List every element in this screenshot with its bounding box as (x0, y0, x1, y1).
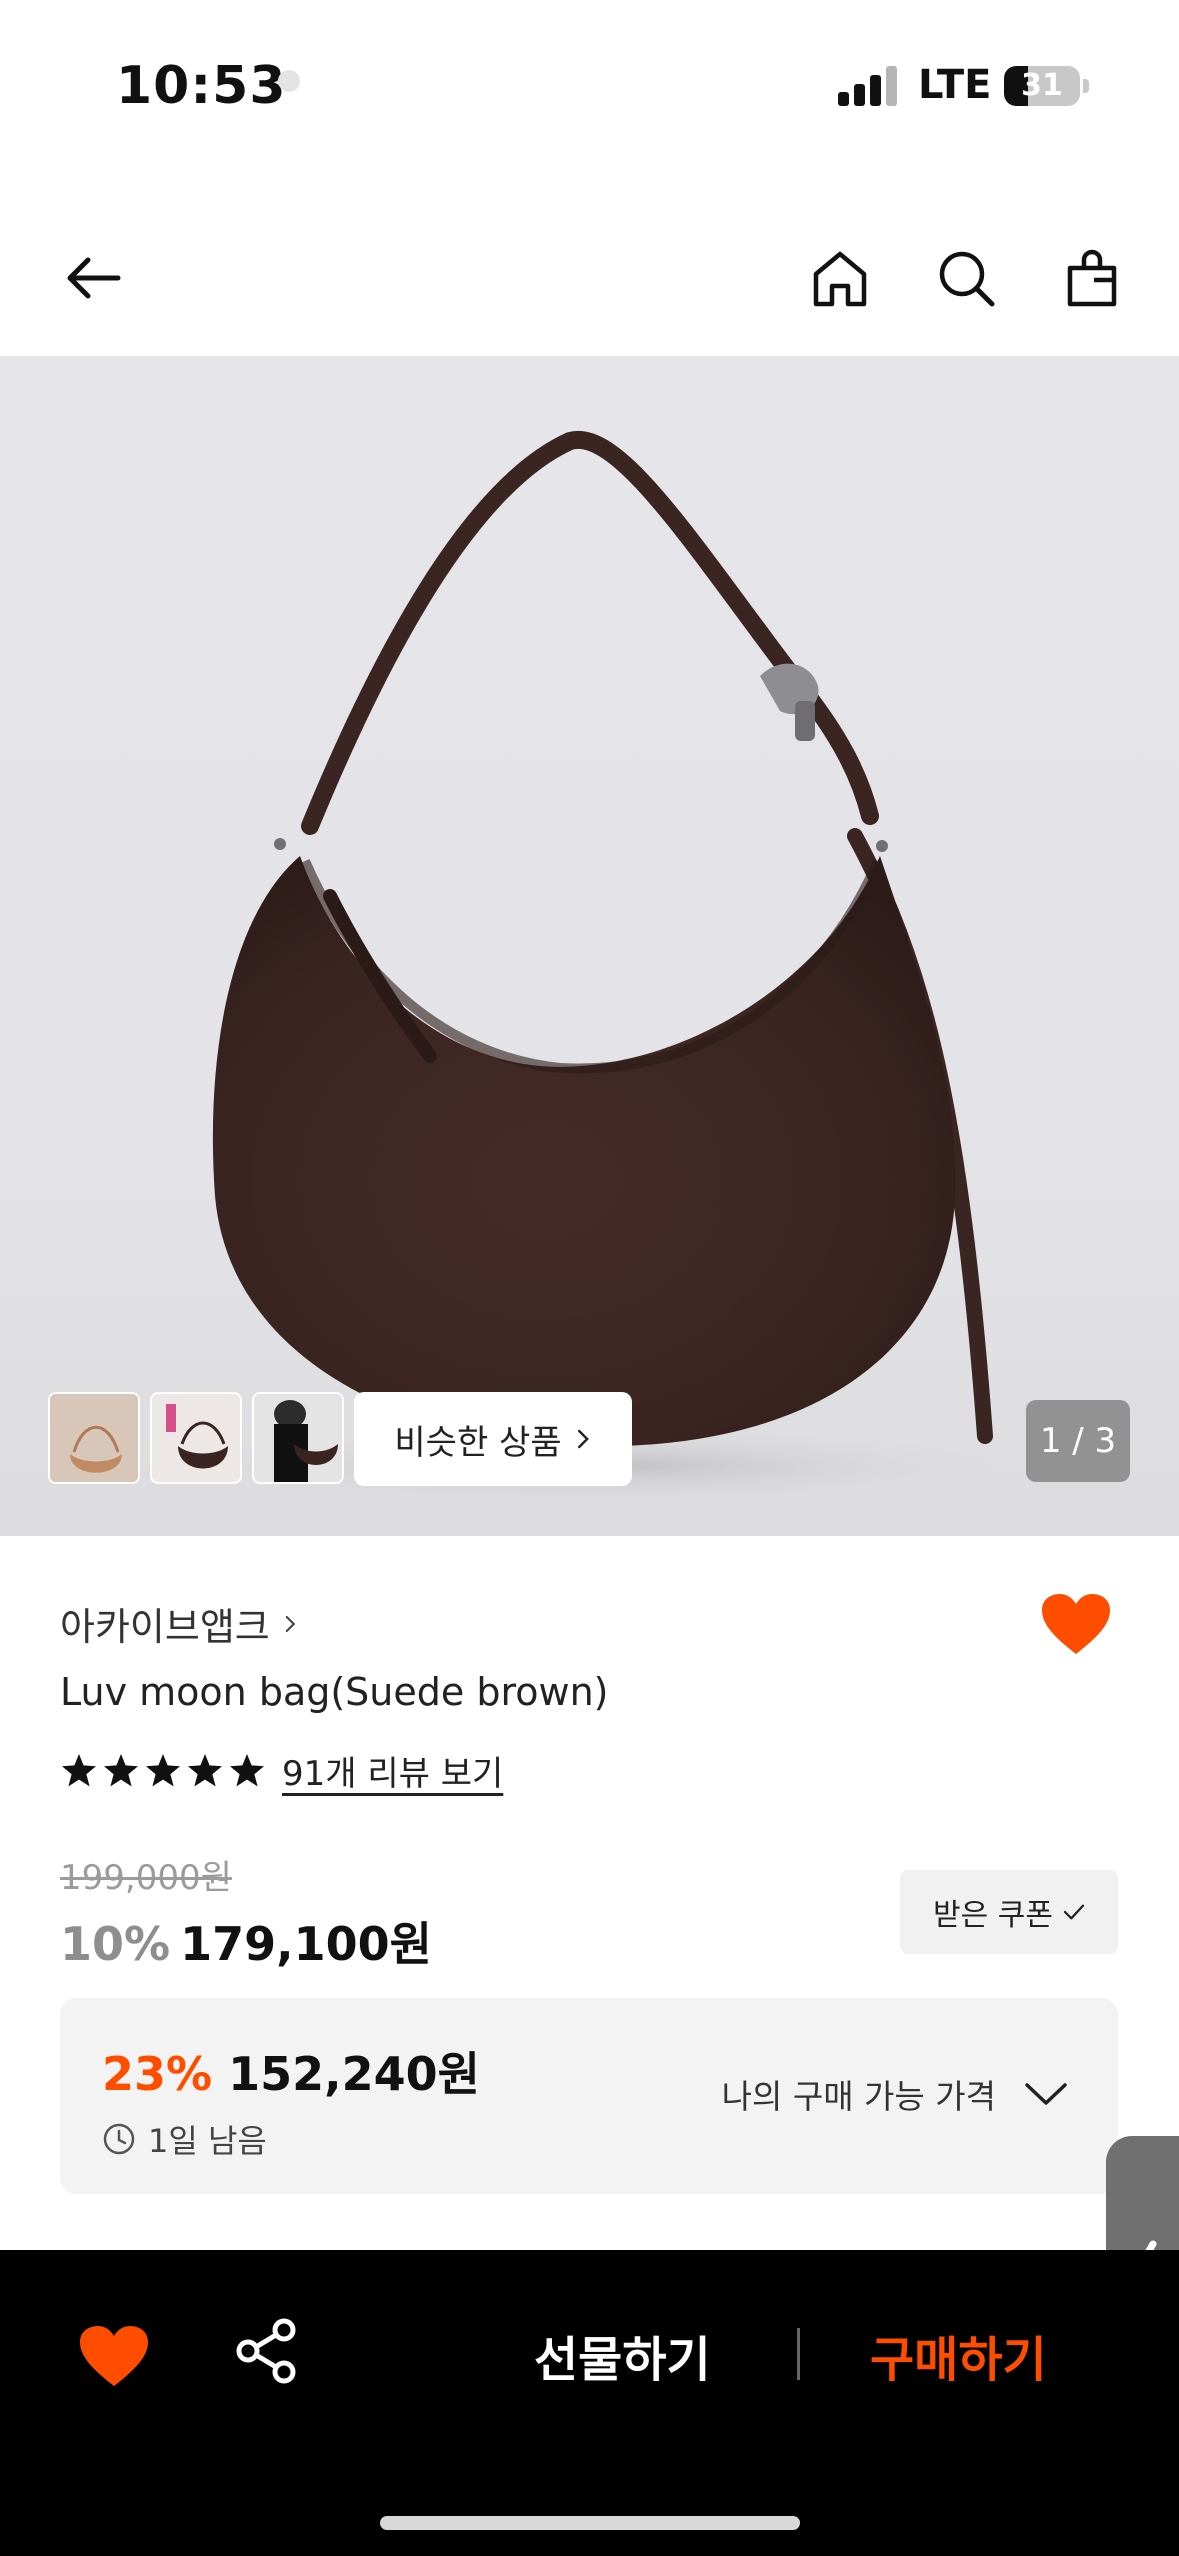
battery-level: 31 (1021, 68, 1063, 103)
gift-button[interactable]: 선물하기 (534, 2320, 711, 2390)
chevron-right-icon (285, 1615, 296, 1632)
clock-icon (103, 2123, 135, 2155)
coupon-label: 받은 쿠폰 (933, 1898, 1053, 1933)
back-arrow-icon[interactable] (46, 230, 142, 326)
network-type: LTE (918, 62, 992, 108)
star-icon (62, 1753, 96, 1786)
time-left: 1일 남음 (102, 2116, 267, 2162)
product-name: Luv moon bag(Suede brown) (60, 1670, 609, 1714)
location-indicator-icon (278, 70, 300, 92)
price-row: 10% 179,100원 (60, 1908, 432, 1974)
bottom-action-bar: 선물하기 구매하기 (0, 2250, 1179, 2556)
product-image-carousel[interactable]: 비슷한 상품 1 / 3 (0, 356, 1179, 1536)
my-discount-rate: 23% (102, 2047, 213, 2101)
home-indicator[interactable] (380, 2516, 800, 2530)
chevron-right-icon (577, 1429, 589, 1449)
discount-rate: 10% (60, 1917, 171, 1971)
star-icon (104, 1753, 138, 1786)
review-link[interactable]: 91개 리뷰 보기 (282, 1746, 503, 1795)
battery-icon: 31 (1004, 66, 1080, 106)
divider (797, 2328, 800, 2380)
share-icon[interactable] (232, 2316, 302, 2386)
star-icon (188, 1753, 222, 1786)
brand-name: 아카이브앱크 (60, 1605, 270, 1649)
original-price: 199,000원 (60, 1858, 232, 1898)
time-left-label: 1일 남음 (148, 2122, 267, 2160)
my-price-box[interactable]: 23% 152,240원 1일 남음 나의 구매 가능 가격 (60, 1998, 1118, 2194)
buy-button[interactable]: 구매하기 (870, 2320, 1047, 2390)
rating-stars (60, 1752, 266, 1790)
chevron-down-icon (1025, 2083, 1067, 2105)
check-icon (1063, 1904, 1085, 1920)
top-nav (0, 200, 1179, 356)
home-icon[interactable] (792, 230, 888, 326)
product-info: 아카이브앱크 Luv moon bag(Suede brown) 91개 리뷰 … (0, 1536, 1179, 2250)
my-price: 152,240원 (228, 2047, 480, 2101)
my-price-toggle[interactable]: 나의 구매 가능 가격 (722, 2070, 1068, 2118)
brand-link[interactable]: 아카이브앱크 (60, 1596, 298, 1651)
coupon-button[interactable]: 받은 쿠폰 (900, 1870, 1118, 1954)
thumbnail-1[interactable] (48, 1392, 140, 1484)
wishlist-heart-icon[interactable] (78, 2324, 150, 2390)
rating: 91개 리뷰 보기 (60, 1746, 503, 1795)
battery-tip (1083, 79, 1089, 93)
search-icon[interactable] (918, 230, 1014, 326)
star-icon (230, 1753, 264, 1786)
thumbnail-2[interactable] (150, 1392, 242, 1484)
status-time: 10:53 (116, 56, 287, 116)
status-bar: 10:53 LTE 31 (0, 0, 1179, 170)
my-price-row: 23% 152,240원 (102, 2038, 480, 2104)
heart-icon[interactable] (1040, 1592, 1112, 1658)
thumbnail-3[interactable] (252, 1392, 344, 1484)
my-price-toggle-label: 나의 구매 가능 가격 (721, 2077, 996, 2116)
product-photo (180, 430, 1020, 1506)
sale-price: 179,100원 (180, 1917, 432, 1971)
star-icon (146, 1753, 180, 1786)
image-page-counter: 1 / 3 (1026, 1400, 1130, 1482)
shopping-bag-icon[interactable] (1044, 230, 1140, 326)
signal-strength-icon (838, 66, 900, 106)
similar-products-button[interactable]: 비슷한 상품 (354, 1392, 632, 1486)
similar-products-label: 비슷한 상품 (394, 1422, 562, 1463)
